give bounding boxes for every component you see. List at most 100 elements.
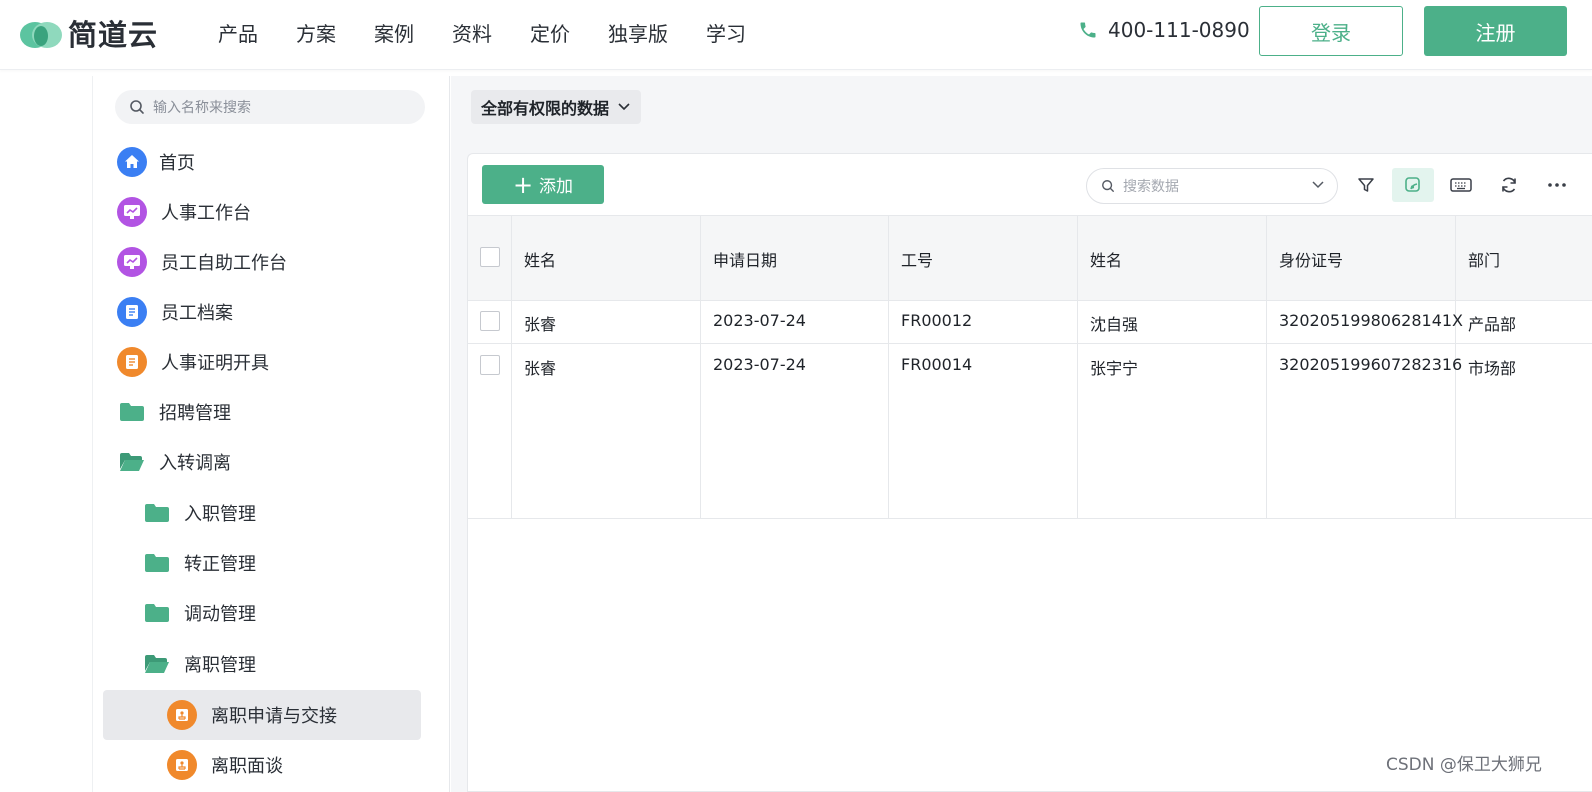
register-button[interactable]: 注册 (1424, 6, 1567, 56)
phone-contact[interactable]: 400-111-0890 (1078, 18, 1250, 42)
sidebar-item-label: 员工自助工作台 (161, 253, 287, 274)
column-header[interactable]: 部门 (1468, 247, 1500, 271)
nav-item-pricing[interactable]: 定价 (530, 18, 570, 47)
phone-number: 400-111-0890 (1108, 18, 1250, 42)
table-cell[interactable]: 张宇宁 (1090, 355, 1138, 379)
sidebar-item-recruitment[interactable]: 招聘管理 (119, 387, 231, 437)
sidebar-item-onboarding[interactable]: 入职管理 (144, 488, 256, 538)
table-header (468, 215, 1592, 301)
sidebar-item-home[interactable]: 首页 (117, 137, 195, 187)
form-icon (117, 347, 147, 377)
table-cell[interactable]: FR00014 (901, 355, 972, 374)
sidebar-item-resignation-application[interactable]: 离职申请与交接 (167, 690, 337, 740)
home-icon (117, 147, 147, 177)
sidebar: 输入名称来搜索 首页 人事工作台 员工自助工作台 员工档案 人事证明开具 招聘管… (92, 76, 450, 792)
sidebar-item-employee-records[interactable]: 员工档案 (117, 287, 233, 337)
search-icon (130, 100, 144, 114)
nav-item-dedicated[interactable]: 独享版 (608, 18, 668, 47)
chevron-down-icon (618, 103, 630, 111)
highlight-button[interactable] (1392, 168, 1434, 202)
column-header[interactable]: 工号 (901, 247, 933, 271)
table-cell[interactable]: 320205199607282316 (1279, 355, 1462, 374)
table-cell[interactable]: 2023-07-24 (713, 355, 806, 374)
sidebar-item-probation[interactable]: 转正管理 (144, 538, 256, 588)
login-button[interactable]: 登录 (1259, 6, 1403, 56)
table-cell[interactable]: 张睿 (524, 355, 556, 379)
sidebar-item-label: 入转调离 (159, 453, 231, 474)
nav-item-learn[interactable]: 学习 (706, 18, 746, 47)
chevron-down-icon[interactable] (1311, 178, 1325, 192)
folder-icon (145, 504, 169, 522)
sidebar-item-label: 人事证明开具 (161, 353, 269, 374)
row-checkbox[interactable] (480, 355, 500, 375)
sidebar-item-hr-workbench[interactable]: 人事工作台 (117, 187, 251, 237)
filter-icon (1358, 178, 1374, 192)
sidebar-item-label: 首页 (159, 153, 195, 174)
select-all-checkbox[interactable] (480, 247, 500, 267)
column-divider (700, 215, 701, 519)
keyboard-button[interactable] (1440, 168, 1482, 202)
plus-icon: + (512, 170, 534, 199)
brand-name: 简道云 (68, 18, 159, 52)
form-icon (117, 297, 147, 327)
watermark-text: CSDN @保卫大狮兄 (1386, 755, 1542, 775)
sidebar-search-input[interactable]: 输入名称来搜索 (115, 90, 425, 124)
brush-icon (1405, 177, 1420, 192)
sidebar-item-exit-interview[interactable]: 离职面谈 (167, 740, 283, 790)
table-cell[interactable]: 2023-07-24 (713, 311, 806, 330)
sidebar-item-resignation[interactable]: 离职管理 (144, 639, 256, 689)
table-cell[interactable]: 沈自强 (1090, 311, 1138, 335)
refresh-icon (1502, 177, 1516, 193)
data-search-input[interactable]: 搜索数据 (1086, 168, 1338, 204)
sidebar-item-onboarding-transfer[interactable]: 入转调离 (119, 437, 231, 487)
sidebar-item-label: 调动管理 (184, 604, 256, 625)
refresh-button[interactable] (1488, 168, 1530, 202)
table-cell[interactable]: 市场部 (1468, 355, 1516, 379)
table-cell[interactable]: 产品部 (1468, 311, 1516, 335)
brand-logo[interactable]: 简道云 (18, 12, 158, 54)
column-divider (888, 215, 889, 519)
data-scope-label: 全部有权限的数据 (481, 99, 610, 118)
add-record-button[interactable]: + 添加 (482, 165, 604, 204)
sidebar-item-transfer[interactable]: 调动管理 (144, 588, 256, 638)
sidebar-item-hr-certificate[interactable]: 人事证明开具 (117, 337, 269, 387)
table-cell[interactable]: FR00012 (901, 311, 972, 330)
top-navbar: 简道云 产品 方案 案例 资料 定价 独享版 学习 400-111-0890 登… (0, 0, 1592, 70)
data-scope-filter[interactable]: 全部有权限的数据 (471, 90, 642, 124)
logo-icon (20, 22, 62, 48)
phone-icon (1080, 22, 1096, 38)
main-nav: 产品 方案 案例 资料 定价 独享版 学习 (218, 18, 784, 47)
data-search-placeholder: 搜索数据 (1123, 179, 1179, 195)
keyboard-icon (1450, 178, 1472, 192)
column-header[interactable]: 姓名 (524, 247, 556, 271)
more-icon (1548, 183, 1566, 187)
folder-icon (120, 403, 144, 421)
sidebar-item-label: 离职管理 (184, 655, 256, 676)
table-cell[interactable]: 张睿 (524, 311, 556, 335)
column-header[interactable]: 申请日期 (713, 247, 777, 271)
sidebar-search-placeholder: 输入名称来搜索 (153, 100, 251, 116)
row-divider (468, 518, 1592, 519)
folder-icon (145, 554, 169, 572)
flow-icon (167, 750, 197, 780)
sidebar-item-self-service[interactable]: 员工自助工作台 (117, 237, 287, 287)
nav-item-solution[interactable]: 方案 (296, 18, 336, 47)
folder-open-icon (120, 453, 144, 471)
nav-item-resources[interactable]: 资料 (452, 18, 492, 47)
column-header[interactable]: 身份证号 (1279, 247, 1343, 271)
main-content: 全部有权限的数据 + 添加 搜索数据 姓名 申请日期 工号 姓名 身份证号 部门… (451, 76, 1592, 792)
row-divider (468, 343, 1592, 344)
column-header[interactable]: 姓名 (1090, 247, 1122, 271)
table-cell[interactable]: 32020519980628141X (1279, 311, 1463, 330)
more-button[interactable] (1536, 168, 1578, 202)
row-checkbox[interactable] (480, 311, 500, 331)
nav-item-product[interactable]: 产品 (218, 18, 258, 47)
column-divider (1266, 215, 1267, 519)
add-button-label: 添加 (539, 177, 574, 197)
filter-button[interactable] (1345, 168, 1387, 202)
nav-item-cases[interactable]: 案例 (374, 18, 414, 47)
sidebar-item-label: 离职申请与交接 (211, 706, 337, 727)
sidebar-item-label: 员工档案 (161, 303, 233, 324)
sidebar-item-label: 入职管理 (184, 504, 256, 525)
flow-icon (167, 700, 197, 730)
